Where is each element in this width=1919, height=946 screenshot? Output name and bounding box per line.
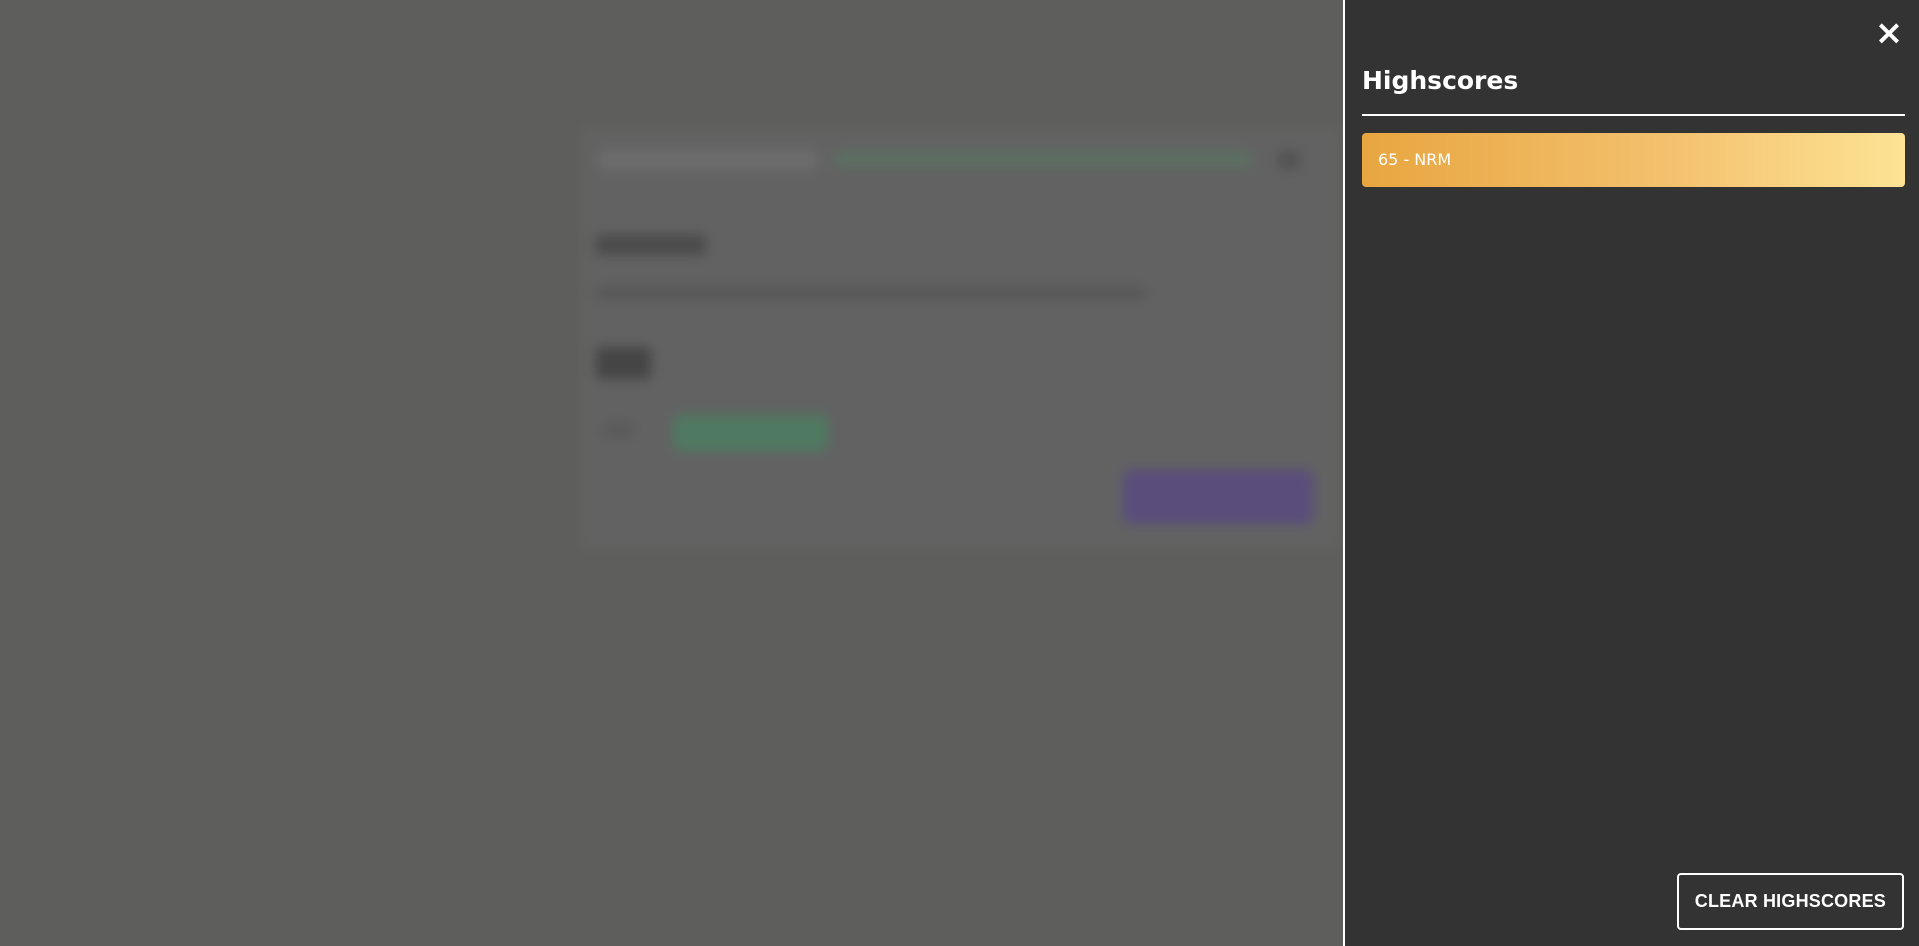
blurred-purple-button — [1123, 470, 1313, 524]
blurred-progress-bar — [833, 151, 1253, 167]
background-overlay[interactable] — [0, 0, 1343, 946]
highscore-entry: 65 - NRM — [1362, 133, 1905, 187]
blurred-icon — [1278, 151, 1300, 169]
close-icon[interactable]: × — [1869, 14, 1909, 52]
panel-title: Highscores — [1362, 66, 1519, 95]
blurred-header-text — [598, 150, 818, 170]
blurred-question-text — [596, 287, 1146, 299]
blurred-quiz-card — [578, 125, 1343, 550]
blurred-question-title — [596, 235, 706, 255]
blurred-label — [603, 423, 633, 437]
clear-highscores-button[interactable]: CLEAR HIGHSCORES — [1676, 873, 1904, 930]
blurred-score — [596, 347, 651, 379]
highscores-panel: × Highscores 65 - NRM CLEAR HIGHSCORES — [1343, 0, 1919, 946]
blurred-green-button — [673, 415, 828, 451]
highscore-list: 65 - NRM — [1362, 133, 1905, 195]
title-divider — [1362, 114, 1905, 116]
